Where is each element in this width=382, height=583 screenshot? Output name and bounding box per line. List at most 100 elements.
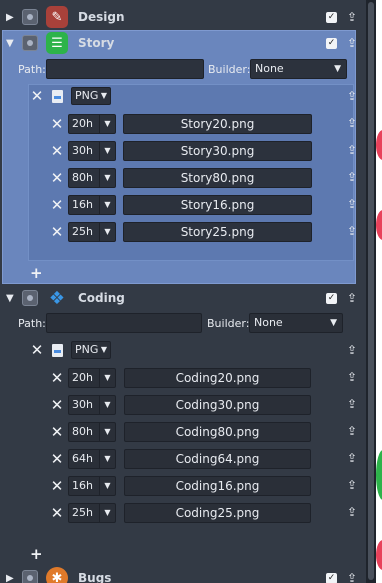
share-icon[interactable]: ⇪: [346, 479, 358, 492]
collapse-triangle-icon[interactable]: ▼: [0, 38, 18, 49]
chevron-down-icon[interactable]: ▼: [99, 395, 115, 414]
remove-size-icon[interactable]: ✕: [50, 369, 64, 387]
size-value[interactable]: 64h: [69, 450, 99, 468]
share-icon[interactable]: ⇪: [346, 198, 358, 211]
size-stepper[interactable]: 16h ▼: [68, 194, 116, 215]
size-value[interactable]: 30h: [69, 142, 99, 160]
share-icon[interactable]: ⇪: [346, 90, 358, 103]
share-icon[interactable]: ⇪: [346, 37, 358, 50]
share-icon[interactable]: ⇪: [346, 344, 358, 357]
share-icon[interactable]: ⇪: [346, 144, 358, 157]
size-row: ✕ 64h ▼ Coding64.png ⇪: [0, 445, 366, 472]
section-header-story[interactable]: ▼ ☰ Story ✓ ⇪: [0, 29, 366, 57]
size-value[interactable]: 16h: [69, 477, 99, 495]
remove-size-icon[interactable]: ✕: [50, 450, 64, 468]
expand-triangle-icon[interactable]: ▶: [0, 12, 18, 23]
size-stepper[interactable]: 25h ▼: [68, 221, 116, 242]
share-icon[interactable]: ⇪: [346, 225, 358, 238]
filename-field[interactable]: Story20.png: [123, 113, 312, 134]
filename-field[interactable]: Coding16.png: [124, 475, 311, 496]
size-row: ✕ 30h ▼ Coding30.png ⇪: [0, 391, 366, 418]
size-stepper[interactable]: 20h ▼: [68, 113, 116, 134]
size-value[interactable]: 20h: [69, 369, 99, 387]
format-select[interactable]: PNG ▼: [71, 87, 111, 105]
chevron-down-icon[interactable]: ▼: [99, 222, 115, 241]
chevron-down-icon[interactable]: ▼: [99, 422, 115, 441]
filename-field[interactable]: Story30.png: [123, 140, 312, 161]
path-input[interactable]: [46, 313, 202, 333]
size-stepper[interactable]: 25h ▼: [68, 502, 116, 523]
builder-select[interactable]: None ▼: [249, 313, 343, 333]
filename-field[interactable]: Coding64.png: [124, 448, 311, 469]
chevron-down-icon[interactable]: ▼: [99, 195, 115, 214]
path-input[interactable]: [46, 59, 204, 79]
size-value[interactable]: 20h: [69, 115, 99, 133]
size-stepper[interactable]: 30h ▼: [68, 394, 116, 415]
size-stepper[interactable]: 80h ▼: [68, 167, 116, 188]
scrollbar[interactable]: [366, 0, 376, 583]
chevron-down-icon[interactable]: ▼: [99, 503, 115, 522]
share-icon[interactable]: ⇪: [346, 572, 358, 583]
chevron-down-icon[interactable]: ▼: [99, 114, 115, 133]
remove-size-icon[interactable]: ✕: [50, 477, 64, 495]
size-stepper[interactable]: 16h ▼: [68, 475, 116, 496]
remove-format-icon[interactable]: ✕: [30, 87, 44, 105]
size-stepper[interactable]: 20h ▼: [68, 367, 116, 388]
filename-field[interactable]: Coding20.png: [124, 367, 311, 388]
size-value[interactable]: 30h: [69, 396, 99, 414]
remove-size-icon[interactable]: ✕: [50, 196, 64, 214]
expand-triangle-icon[interactable]: ▶: [0, 573, 18, 583]
remove-size-icon[interactable]: ✕: [50, 504, 64, 522]
remove-size-icon[interactable]: ✕: [50, 223, 64, 241]
share-icon[interactable]: ⇪: [346, 398, 358, 411]
section-header-design[interactable]: ▶ ✎ Design ✓ ⇪: [0, 3, 366, 31]
filename-field[interactable]: Coding30.png: [124, 394, 311, 415]
filename-field[interactable]: Story80.png: [123, 167, 312, 188]
share-icon[interactable]: ⇪: [346, 506, 358, 519]
chevron-down-icon[interactable]: ▼: [99, 141, 115, 160]
share-icon[interactable]: ⇪: [346, 11, 358, 24]
enable-checkbox[interactable]: ✓: [326, 11, 337, 23]
size-stepper[interactable]: 30h ▼: [68, 140, 116, 161]
size-stepper[interactable]: 80h ▼: [68, 421, 116, 442]
share-icon[interactable]: ⇪: [346, 292, 358, 305]
remove-size-icon[interactable]: ✕: [50, 115, 64, 133]
scrollbar-thumb[interactable]: [368, 2, 374, 580]
builder-value: None: [255, 62, 284, 75]
share-icon[interactable]: ⇪: [346, 171, 358, 184]
remove-size-icon[interactable]: ✕: [50, 396, 64, 414]
chevron-down-icon[interactable]: ▼: [99, 368, 115, 387]
filename-field[interactable]: Coding25.png: [124, 502, 311, 523]
size-value[interactable]: 80h: [69, 423, 99, 441]
share-icon[interactable]: ⇪: [346, 371, 358, 384]
remove-size-icon[interactable]: ✕: [50, 423, 64, 441]
filename-field[interactable]: Story25.png: [123, 221, 312, 242]
remove-size-icon[interactable]: ✕: [50, 142, 64, 160]
format-select[interactable]: PNG ▼: [71, 341, 111, 359]
add-format-button[interactable]: +: [30, 264, 43, 282]
enable-checkbox[interactable]: ✓: [326, 37, 337, 49]
collapse-triangle-icon[interactable]: ▼: [0, 293, 18, 304]
size-value[interactable]: 80h: [69, 169, 99, 187]
enable-checkbox[interactable]: ✓: [326, 572, 337, 583]
chevron-down-icon[interactable]: ▼: [99, 476, 115, 495]
section-header-bugs[interactable]: ▶ ✱ Bugs ✓ ⇪: [0, 564, 366, 583]
size-value[interactable]: 16h: [69, 196, 99, 214]
share-icon[interactable]: ⇪: [346, 452, 358, 465]
filename-field[interactable]: Coding80.png: [124, 421, 311, 442]
section-header-coding[interactable]: ▼ ❖ Coding ✓ ⇪: [0, 284, 366, 312]
size-stepper[interactable]: 64h ▼: [68, 448, 116, 469]
chevron-down-icon[interactable]: ▼: [99, 168, 115, 187]
enable-checkbox[interactable]: ✓: [326, 292, 337, 304]
add-format-button[interactable]: +: [30, 545, 43, 563]
filename-field[interactable]: Story16.png: [123, 194, 312, 215]
builder-select[interactable]: None ▼: [250, 59, 347, 79]
remove-format-icon[interactable]: ✕: [30, 341, 44, 359]
size-value[interactable]: 25h: [69, 504, 99, 522]
remove-size-icon[interactable]: ✕: [50, 169, 64, 187]
share-icon[interactable]: ⇪: [346, 117, 358, 130]
chevron-down-icon[interactable]: ▼: [99, 449, 115, 468]
size-value[interactable]: 25h: [69, 223, 99, 241]
share-icon[interactable]: ⇪: [346, 425, 358, 438]
chevron-down-icon: ▼: [334, 64, 341, 74]
